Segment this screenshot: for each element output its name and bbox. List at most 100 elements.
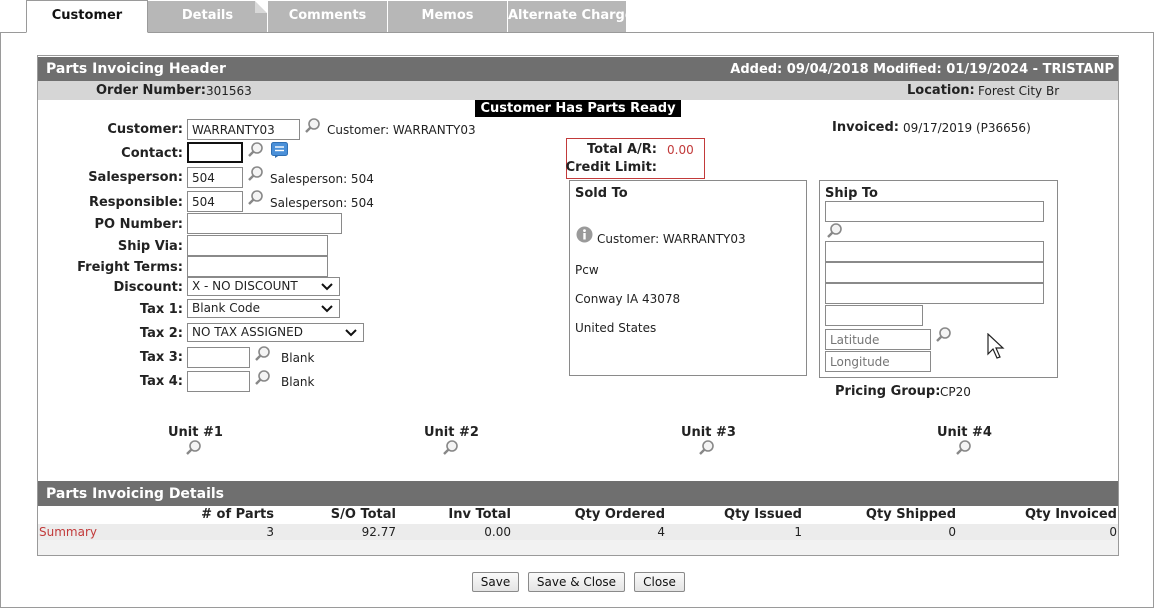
summary-row-label[interactable]: Summary (39, 525, 97, 539)
freight-terms-input[interactable] (187, 256, 328, 277)
sold-to-city: Conway IA 43078 (575, 292, 681, 306)
unit-1-search-icon[interactable] (185, 439, 203, 457)
location-label: Location: (907, 83, 975, 98)
discount-select[interactable]: X - NO DISCOUNT (187, 277, 340, 296)
discount-label: Discount: (113, 280, 183, 295)
ship-to-title: Ship To (825, 186, 878, 201)
details-title: Parts Invoicing Details (46, 486, 225, 502)
salesperson-search-icon[interactable] (247, 165, 265, 183)
unit-1-label: Unit #1 (168, 425, 223, 440)
customer-parts-ready-banner: Customer Has Parts Ready (475, 100, 681, 117)
ship-to-address1-input[interactable] (825, 241, 1044, 262)
notes-icon[interactable] (271, 142, 288, 158)
responsible-label: Responsible: (88, 195, 183, 210)
tab-customer[interactable]: Customer (26, 0, 148, 33)
tax4-label: Tax 4: (139, 374, 183, 389)
cell-num-parts: 3 (266, 525, 274, 539)
latitude-input[interactable] (825, 329, 931, 350)
tax3-search-icon[interactable] (254, 345, 272, 363)
pricing-group-label: Pricing Group: (835, 384, 941, 399)
tax3-description: Blank (281, 351, 315, 365)
pricing-group-value: CP20 (940, 385, 971, 399)
details-bar: Parts Invoicing Details (38, 481, 1118, 506)
tax2-select[interactable]: NO TAX ASSIGNED (187, 323, 364, 342)
tab-bar: Customer Details Comments Memos Alternat… (0, 0, 1154, 33)
save-button[interactable]: Save (472, 572, 519, 592)
unit-3-label: Unit #3 (681, 425, 736, 440)
tax4-search-icon[interactable] (254, 369, 272, 387)
po-number-input[interactable] (187, 213, 342, 234)
total-ar-label: Total A/R: (586, 142, 657, 157)
tax1-select[interactable]: Blank Code (187, 299, 340, 318)
chevron-down-icon (345, 329, 357, 337)
ship-via-input[interactable] (187, 235, 328, 256)
col-so-total: S/O Total (330, 507, 396, 522)
unit-2-search-icon[interactable] (442, 439, 460, 457)
chevron-down-icon (321, 283, 333, 291)
col-inv-total: Inv Total (448, 507, 511, 522)
sold-to-country: United States (575, 321, 657, 335)
col-qty-ordered: Qty Ordered (574, 507, 665, 522)
mouse-cursor-icon (987, 333, 1005, 359)
invoiced-label: Invoiced: (832, 120, 899, 135)
tax1-selected: Blank Code (192, 301, 261, 315)
longitude-input[interactable] (825, 351, 931, 372)
cell-qty-invoiced: 0 (1109, 525, 1117, 539)
header-bar: Parts Invoicing Header Added: 09/04/2018… (38, 57, 1118, 81)
col-qty-issued: Qty Issued (724, 507, 802, 522)
cell-qty-ordered: 4 (657, 525, 665, 539)
cell-qty-issued: 1 (794, 525, 802, 539)
responsible-input[interactable] (187, 191, 243, 212)
tab-comments[interactable]: Comments (268, 1, 388, 32)
tab-fold-corner (255, 1, 267, 13)
ship-to-search-icon[interactable] (826, 222, 844, 240)
save-close-button[interactable]: Save & Close (528, 572, 625, 592)
responsible-search-icon[interactable] (247, 189, 265, 207)
contact-search-icon[interactable] (247, 141, 265, 159)
contact-input[interactable] (187, 142, 243, 163)
ship-to-address3-input[interactable] (825, 283, 1044, 304)
tab-alternate-charge[interactable]: Alternate Charge (508, 1, 627, 32)
tab-memos[interactable]: Memos (388, 1, 508, 32)
contact-label: Contact: (121, 146, 183, 161)
geo-search-icon[interactable] (935, 326, 953, 344)
freight-terms-label: Freight Terms: (77, 260, 183, 275)
location-value: Forest City Br (978, 84, 1060, 98)
unit-4-search-icon[interactable] (955, 439, 973, 457)
col-qty-shipped: Qty Shipped (865, 507, 956, 522)
tax3-input[interactable] (187, 347, 250, 368)
total-ar-value: 0.00 (667, 143, 694, 157)
salesperson-description: Salesperson: 504 (270, 172, 374, 186)
ship-to-address2-input[interactable] (825, 262, 1044, 283)
cell-qty-shipped: 0 (948, 525, 956, 539)
customer-search-icon[interactable] (304, 117, 322, 135)
tax2-selected: NO TAX ASSIGNED (192, 325, 303, 339)
tab-details[interactable]: Details (148, 1, 268, 32)
customer-input[interactable] (187, 119, 300, 140)
table-row-spacer (38, 540, 1118, 555)
ship-to-name-input[interactable] (825, 201, 1044, 222)
unit-3-search-icon[interactable] (698, 439, 716, 457)
sold-to-name: Pcw (575, 263, 599, 277)
chevron-down-icon (321, 305, 333, 313)
salesperson-label: Salesperson: (88, 170, 183, 185)
info-icon[interactable] (576, 226, 593, 243)
sold-to-box (569, 180, 807, 376)
customer-description: Customer: WARRANTY03 (327, 123, 476, 137)
tax4-description: Blank (281, 375, 315, 389)
credit-limit-label: Credit Limit: (565, 160, 657, 175)
close-button[interactable]: Close (634, 572, 685, 592)
order-number-label: Order Number: (96, 83, 206, 98)
table-row (38, 524, 1118, 540)
discount-selected: X - NO DISCOUNT (192, 279, 298, 293)
unit-2-label: Unit #2 (424, 425, 479, 440)
tax4-input[interactable] (187, 371, 250, 392)
po-number-label: PO Number: (94, 217, 183, 232)
ship-to-zip-input[interactable] (825, 305, 923, 326)
sold-to-customer: Customer: WARRANTY03 (597, 232, 746, 246)
tab-details-label: Details (181, 8, 234, 23)
col-num-parts: # of Parts (201, 507, 274, 522)
ship-via-label: Ship Via: (117, 239, 183, 254)
unit-4-label: Unit #4 (937, 425, 992, 440)
salesperson-input[interactable] (187, 167, 243, 188)
